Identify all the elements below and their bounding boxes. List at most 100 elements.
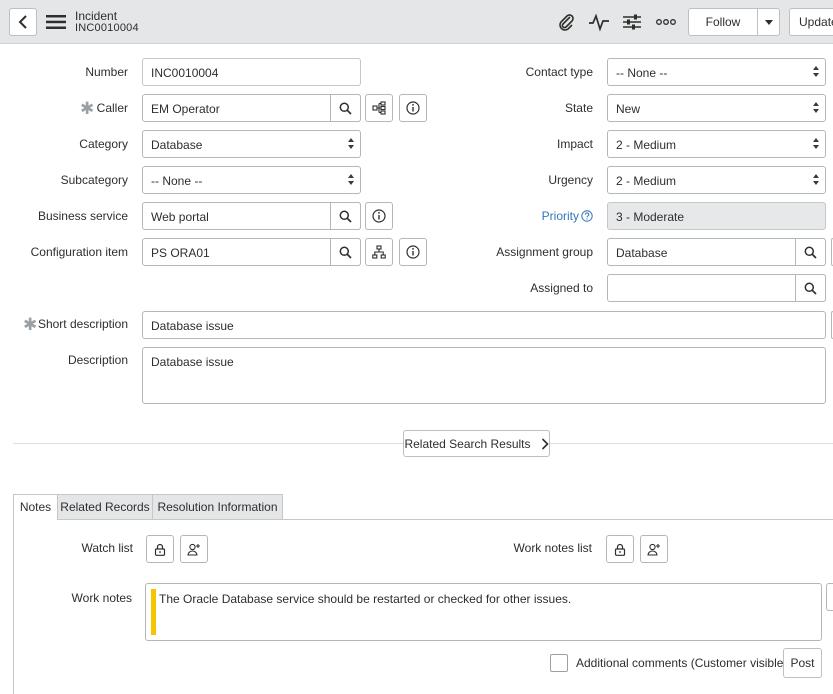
- select-arrows-icon: [348, 137, 356, 151]
- business-service-lookup-button[interactable]: [330, 202, 361, 230]
- help-icon[interactable]: [581, 210, 593, 222]
- record-number: INC0010004: [75, 22, 139, 34]
- work-notes-label: Work notes: [71, 591, 132, 605]
- short-description-label: Short description: [37, 317, 128, 331]
- number-field[interactable]: INC0010004: [142, 58, 361, 86]
- dependency-tree-icon: [372, 101, 386, 115]
- priority-label[interactable]: Priority: [542, 209, 579, 223]
- assigned-to-label: Assigned to: [530, 281, 593, 295]
- configuration-item-map-button[interactable]: [365, 238, 393, 266]
- description-value: Database issue: [151, 355, 234, 369]
- search-icon: [804, 246, 817, 259]
- caller-field[interactable]: EM Operator: [142, 94, 361, 122]
- state-label: State: [564, 101, 593, 115]
- hamburger-menu-icon[interactable]: [46, 15, 66, 29]
- configuration-item-info-button[interactable]: [399, 238, 427, 266]
- description-label: Description: [67, 353, 128, 367]
- tab-panel-left-border: [13, 519, 14, 694]
- assignment-group-label: Assignment group: [496, 245, 593, 259]
- tab-notes[interactable]: Notes: [13, 494, 58, 520]
- watch-list-add-me-button[interactable]: [180, 535, 208, 563]
- tab-label: Resolution Information: [157, 500, 278, 514]
- paperclip-icon[interactable]: [555, 11, 577, 33]
- related-search-results-button[interactable]: Related Search Results: [403, 430, 550, 457]
- work-notes-list-add-me-button[interactable]: [640, 535, 668, 563]
- search-icon: [339, 210, 352, 223]
- additional-comments-checkbox[interactable]: [550, 654, 568, 672]
- contact-type-value: -- None --: [616, 66, 668, 80]
- urgency-select[interactable]: 2 - Medium: [607, 166, 826, 194]
- business-service-info-button[interactable]: [365, 202, 393, 230]
- caller-lookup-button[interactable]: [330, 94, 361, 122]
- work-notes-list-lock-button[interactable]: [606, 535, 634, 563]
- post-button[interactable]: Post: [783, 648, 822, 678]
- subcategory-label: Subcategory: [60, 173, 128, 187]
- configuration-item-field[interactable]: PS ORA01: [142, 238, 361, 266]
- form-header: Incident INC0010004 Follow Update: [0, 0, 833, 44]
- activity-pulse-icon[interactable]: [588, 11, 610, 33]
- configuration-item-value: PS ORA01: [151, 246, 210, 260]
- configuration-item-label: Configuration item: [30, 245, 128, 259]
- additional-comments-label[interactable]: Additional comments (Customer visible): [576, 656, 787, 670]
- work-notes-accent-bar: [151, 589, 156, 635]
- work-notes-extra-button[interactable]: [826, 583, 833, 611]
- add-user-icon: [647, 543, 660, 556]
- caret-down-icon: [764, 19, 773, 25]
- urgency-label: Urgency: [548, 173, 593, 187]
- work-notes-textarea[interactable]: The Oracle Database service should be re…: [145, 583, 822, 641]
- sliders-icon[interactable]: [621, 11, 643, 33]
- subcategory-value: -- None --: [151, 174, 203, 188]
- follow-button-label: Follow: [705, 15, 741, 29]
- select-arrows-icon: [813, 137, 821, 151]
- number-value: INC0010004: [151, 66, 219, 80]
- configuration-item-lookup-button[interactable]: [330, 238, 361, 266]
- work-notes-value: The Oracle Database service should be re…: [159, 592, 572, 606]
- select-arrows-icon: [813, 173, 821, 187]
- contact-type-select[interactable]: -- None --: [607, 58, 826, 86]
- category-select[interactable]: Database: [142, 130, 361, 158]
- impact-label: Impact: [556, 137, 593, 151]
- more-options-icon[interactable]: [655, 11, 677, 33]
- urgency-value: 2 - Medium: [616, 174, 677, 188]
- impact-select[interactable]: 2 - Medium: [607, 130, 826, 158]
- info-icon: [372, 209, 386, 223]
- short-description-value: Database issue: [151, 319, 234, 333]
- caller-tree-button[interactable]: [365, 94, 393, 122]
- business-service-label: Business service: [37, 209, 128, 223]
- assignment-group-value: Database: [616, 246, 668, 260]
- update-button-label: Update: [799, 15, 833, 29]
- caller-label: Caller: [96, 101, 128, 115]
- search-icon: [339, 102, 352, 115]
- number-label: Number: [85, 65, 128, 79]
- category-value: Database: [151, 138, 203, 152]
- caller-info-button[interactable]: [399, 94, 427, 122]
- contact-type-label: Contact type: [525, 65, 593, 79]
- tab-resolution-information[interactable]: Resolution Information: [152, 494, 283, 520]
- work-notes-list-label: Work notes list: [513, 541, 592, 555]
- assigned-to-field[interactable]: [607, 274, 826, 302]
- subcategory-select[interactable]: -- None --: [142, 166, 361, 194]
- add-user-icon: [187, 543, 200, 556]
- chevron-left-icon: [18, 15, 27, 29]
- business-service-field[interactable]: Web portal: [142, 202, 361, 230]
- post-button-label: Post: [790, 656, 815, 670]
- state-select[interactable]: New: [607, 94, 826, 122]
- tab-related-records[interactable]: Related Records: [57, 494, 153, 520]
- assignment-group-lookup-button[interactable]: [795, 238, 826, 266]
- update-button[interactable]: Update: [789, 8, 833, 36]
- priority-label-group[interactable]: Priority: [542, 209, 593, 223]
- priority-value: 3 - Moderate: [616, 210, 685, 224]
- form-title: Incident: [75, 9, 118, 23]
- assigned-to-lookup-button[interactable]: [795, 274, 826, 302]
- short-description-field[interactable]: Database issue: [142, 311, 826, 339]
- follow-button[interactable]: Follow: [688, 8, 758, 36]
- caller-value: EM Operator: [151, 102, 220, 116]
- assignment-group-field[interactable]: Database: [607, 238, 826, 266]
- select-arrows-icon: [348, 173, 356, 187]
- hierarchy-icon: [372, 245, 386, 259]
- required-asterisk-icon: ✱: [23, 315, 38, 334]
- back-button[interactable]: [9, 8, 37, 36]
- description-textarea[interactable]: Database issue: [142, 347, 826, 404]
- watch-list-lock-button[interactable]: [146, 535, 174, 563]
- follow-dropdown-button[interactable]: [757, 8, 780, 36]
